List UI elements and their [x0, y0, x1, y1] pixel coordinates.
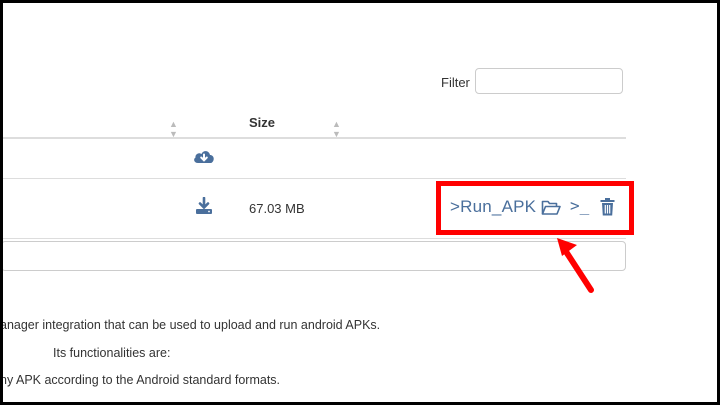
- upload-input-row[interactable]: [3, 241, 626, 271]
- sort-icon[interactable]: ▲ ▼: [169, 119, 178, 139]
- annotation-arrow: [557, 238, 594, 293]
- cloud-download-icon[interactable]: [193, 148, 215, 166]
- browser-content: Filter ▲ ▼ Size ▲ ▼ 67.03 MB >Run_APK >_ a…: [3, 3, 717, 402]
- trash-icon[interactable]: [600, 198, 615, 216]
- sort-icon[interactable]: ▲ ▼: [332, 119, 341, 139]
- table-row-divider: [3, 238, 626, 239]
- table-header-divider: [3, 137, 626, 139]
- column-header-size[interactable]: Size: [249, 115, 275, 130]
- download-icon[interactable]: [195, 197, 213, 215]
- terminal-button[interactable]: >_: [570, 196, 589, 215]
- run-apk-button[interactable]: >Run_APK: [450, 197, 536, 217]
- description-line: anager integration that can be used to u…: [3, 318, 381, 332]
- description-line: Its functionalities are:: [53, 346, 171, 360]
- filter-label: Filter: [441, 75, 470, 90]
- description-line: ny APK according to the Android standard…: [3, 373, 281, 387]
- row-size: 67.03 MB: [249, 201, 305, 216]
- filter-input[interactable]: [475, 68, 623, 94]
- folder-open-icon[interactable]: [541, 199, 561, 216]
- table-row-divider: [3, 178, 626, 179]
